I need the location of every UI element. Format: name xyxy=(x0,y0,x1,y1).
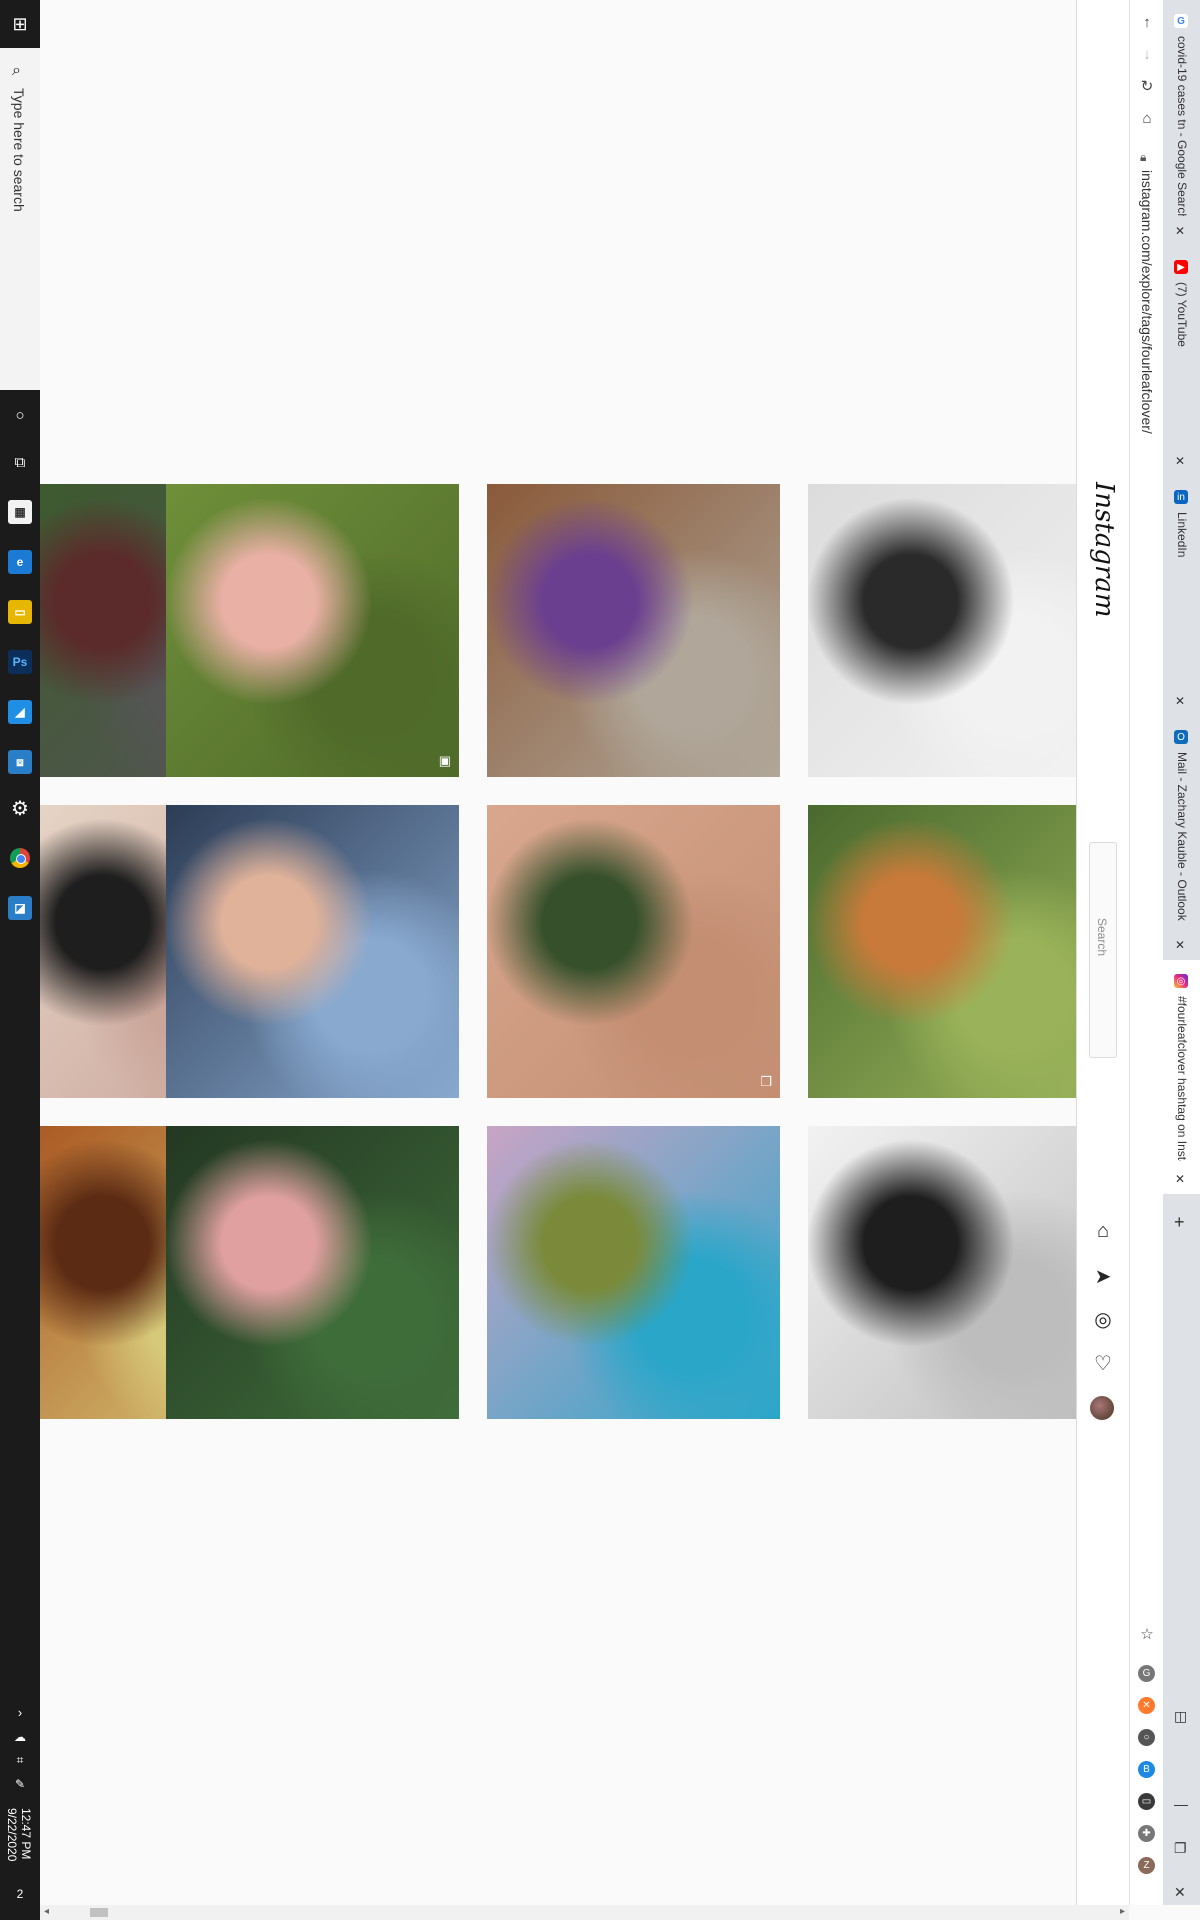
taskbar-search[interactable]: ⌕ Type here to search xyxy=(0,48,41,390)
outlook-icon: O xyxy=(1174,730,1188,744)
extension-google-icon[interactable]: G xyxy=(1138,1665,1155,1682)
profile-icon[interactable]: Z xyxy=(1138,1857,1155,1874)
windows-taskbar: ⊞ ⌕ Type here to search ○ ⧉ ▦ e ▭ Ps ◢ ⧈… xyxy=(0,0,41,1920)
linkedin-icon: in xyxy=(1174,490,1188,504)
instagram-icon: ◎ xyxy=(1174,974,1188,988)
extensions-puzzle-icon[interactable]: ✚ xyxy=(1138,1825,1155,1842)
close-tab-icon[interactable]: ✕ xyxy=(1175,454,1185,468)
post-tile[interactable] xyxy=(808,1126,1076,1419)
scroll-left-icon[interactable]: ◂ xyxy=(44,1906,49,1917)
instagram-header: Instagram Search ⌂ ➤ ◎ ♡ xyxy=(1076,0,1130,1905)
tab-linkedin[interactable]: in LinkedIn ✕ xyxy=(1163,476,1200,716)
tab-search-icon[interactable]: ◫ xyxy=(1174,1708,1187,1725)
scroll-right-icon[interactable]: ▸ xyxy=(1120,1906,1125,1917)
back-icon[interactable]: ↑ xyxy=(1137,12,1157,32)
activity-heart-icon[interactable]: ♡ xyxy=(1090,1350,1116,1376)
notification-count: 2 xyxy=(16,1887,24,1901)
instagram-explore-grid: ▣❐❐ xyxy=(40,0,1076,1905)
remote-desktop-icon[interactable]: ⧈ xyxy=(8,750,32,774)
start-button[interactable]: ⊞ xyxy=(0,0,40,48)
task-view-icon[interactable]: ⧉ xyxy=(8,450,32,474)
onedrive-icon[interactable]: ☁ xyxy=(8,1725,32,1749)
restore-icon[interactable]: ❐ xyxy=(1174,1840,1187,1857)
edge-icon[interactable]: e xyxy=(8,550,32,574)
taskbar-search-placeholder: Type here to search xyxy=(11,88,27,212)
time-text: 12:47 PM xyxy=(19,1808,33,1860)
reload-icon[interactable]: ↻ xyxy=(1137,76,1157,96)
post-tile[interactable] xyxy=(166,805,459,1098)
post-tile[interactable] xyxy=(487,484,780,777)
scrollbar-thumb[interactable] xyxy=(90,1908,108,1917)
post-tile[interactable] xyxy=(808,484,1076,777)
post-tile[interactable] xyxy=(487,1126,780,1419)
tab-instagram[interactable]: ◎ #fourleafclover hashtag on Instagram ✕ xyxy=(1163,960,1200,1194)
lock-icon: 🔒︎ xyxy=(1140,150,1147,164)
clock[interactable]: 12:47 PM 9/22/2020 xyxy=(5,1808,33,1861)
post-tile[interactable] xyxy=(166,1126,459,1419)
search-icon: ⌕ xyxy=(12,62,21,79)
new-tab-button[interactable]: + xyxy=(1174,1212,1185,1233)
settings-icon[interactable]: ⚙ xyxy=(8,796,32,820)
store-icon[interactable]: ▦ xyxy=(8,500,32,524)
cortana-icon[interactable]: ○ xyxy=(8,403,32,427)
explore-icon[interactable]: ◎ xyxy=(1090,1306,1116,1332)
minimize-icon[interactable]: — xyxy=(1174,1796,1188,1812)
youtube-icon: ▶ xyxy=(1174,260,1188,274)
close-tab-icon[interactable]: ✕ xyxy=(1175,224,1185,238)
extension-circle-icon[interactable]: ○ xyxy=(1138,1729,1155,1746)
post-tile[interactable] xyxy=(808,805,1076,1098)
tab-outlook[interactable]: O Mail - Zachary Kauble - Outlook ✕ xyxy=(1163,716,1200,960)
windows-icon: ⊞ xyxy=(12,13,28,34)
date-text: 9/22/2020 xyxy=(5,1808,19,1862)
bookmark-star-icon[interactable]: ☆ xyxy=(1137,1624,1157,1644)
home-icon[interactable]: ⌂ xyxy=(1090,1218,1116,1244)
photoshop-icon[interactable]: Ps xyxy=(8,650,32,674)
instagram-logo[interactable]: Instagram xyxy=(1089,482,1119,618)
url-text: instagram.com/explore/tags/fourleafclove… xyxy=(1139,170,1155,434)
notification-icon[interactable]: 2 xyxy=(8,1882,32,1906)
forward-icon[interactable]: ↓ xyxy=(1137,44,1157,64)
browser-toolbar: ↑ ↓ ↻ ⌂ 🔒︎ instagram.com/explore/tags/fo… xyxy=(1129,0,1164,1905)
tab-strip: G covid-19 cases tn - Google Search ✕ ▶ … xyxy=(1163,0,1200,1905)
close-tab-icon[interactable]: ✕ xyxy=(1175,1172,1185,1186)
tab-title: #fourleafclover hashtag on Instagram xyxy=(1175,996,1189,1161)
direct-message-icon[interactable]: ➤ xyxy=(1090,1263,1116,1289)
extension-pocket-icon[interactable]: ✕ xyxy=(1138,1697,1155,1714)
google-icon: G xyxy=(1174,14,1188,28)
search-placeholder: Search xyxy=(1095,918,1109,957)
tab-title: (7) YouTube xyxy=(1175,282,1189,347)
close-tab-icon[interactable]: ✕ xyxy=(1175,938,1185,952)
address-bar[interactable]: 🔒︎ instagram.com/explore/tags/fourleafcl… xyxy=(1134,150,1160,1600)
extension-cast-icon[interactable]: ▭ xyxy=(1138,1793,1155,1810)
tab-title: covid-19 cases tn - Google Search xyxy=(1175,36,1189,216)
extension-blue-icon[interactable]: B xyxy=(1138,1761,1155,1778)
tab-title: LinkedIn xyxy=(1175,512,1189,558)
horizontal-scrollbar[interactable]: ◂ ▸ xyxy=(40,1905,1129,1920)
profile-avatar[interactable] xyxy=(1090,1396,1114,1420)
post-tile[interactable]: ▣ xyxy=(166,484,459,777)
instagram-search-input[interactable]: Search xyxy=(1089,842,1117,1058)
tab-google-search[interactable]: G covid-19 cases tn - Google Search ✕ xyxy=(1163,0,1200,246)
remote-app-icon[interactable]: ◪ xyxy=(8,896,32,920)
close-window-icon[interactable]: ✕ xyxy=(1174,1884,1186,1901)
file-explorer-icon[interactable]: ▭ xyxy=(8,600,32,624)
close-tab-icon[interactable]: ✕ xyxy=(1175,694,1185,708)
tab-youtube[interactable]: ▶ (7) YouTube ✕ xyxy=(1163,246,1200,476)
tab-title: Mail - Zachary Kauble - Outlook xyxy=(1175,752,1189,921)
home-icon[interactable]: ⌂ xyxy=(1137,108,1157,128)
chevron-up-icon[interactable]: › xyxy=(8,1700,32,1724)
post-tile[interactable]: ❐ xyxy=(487,805,780,1098)
azure-icon[interactable]: ◢ xyxy=(8,700,32,724)
pen-icon[interactable]: ✎ xyxy=(8,1772,32,1796)
network-icon[interactable]: ⌗ xyxy=(8,1748,32,1772)
reel-icon: ▣ xyxy=(438,753,451,768)
carousel-icon: ❐ xyxy=(760,1074,772,1089)
chrome-icon[interactable] xyxy=(8,846,32,870)
